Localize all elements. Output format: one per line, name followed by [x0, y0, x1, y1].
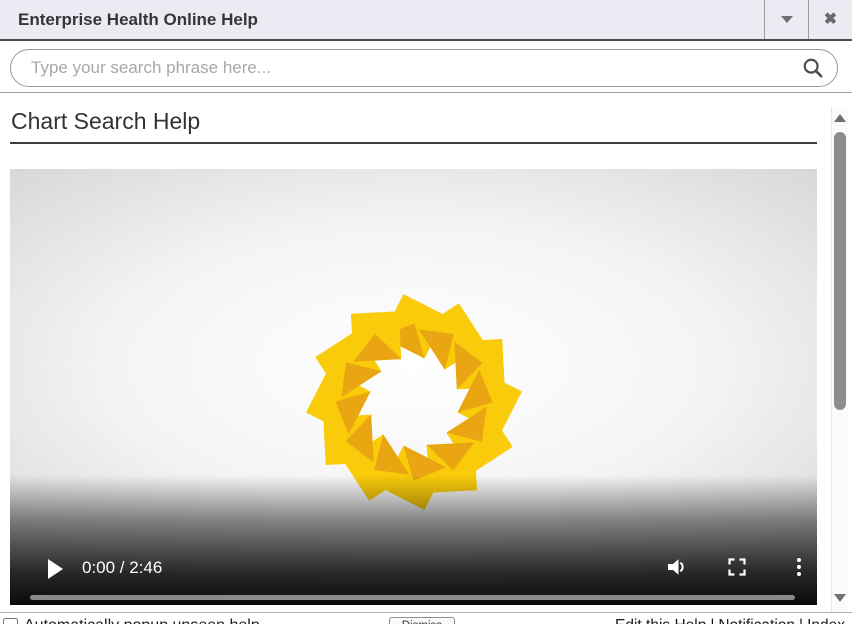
auto-popup-option[interactable]: Automatically popup unseen help	[3, 617, 389, 624]
scrollbar-thumb[interactable]	[834, 132, 846, 410]
collapse-button[interactable]	[764, 0, 808, 39]
link-separator: |	[706, 617, 718, 624]
link-separator: |	[795, 617, 807, 624]
notification-link[interactable]: Notification	[718, 617, 795, 624]
search-pill	[10, 49, 838, 87]
dialog-title: Enterprise Health Online Help	[0, 0, 764, 39]
chevron-down-icon	[781, 16, 793, 23]
more-options-icon[interactable]	[787, 555, 811, 579]
dialog-titlebar: Enterprise Health Online Help ✖	[0, 0, 852, 41]
video-controls: 0:00 / 2:46	[10, 545, 817, 605]
edit-help-link[interactable]: Edit this Help	[615, 617, 706, 624]
close-icon: ✖	[824, 12, 837, 28]
search-icon[interactable]	[802, 57, 824, 79]
search-input[interactable]	[10, 49, 838, 87]
dialog-footer: Automatically popup unseen help Dismiss …	[0, 612, 852, 624]
heading-divider	[10, 142, 817, 144]
help-content-area: Chart Search Help 0:00 / 2:46	[0, 107, 852, 612]
dismiss-button[interactable]: Dismiss	[389, 617, 455, 624]
auto-popup-label: Automatically popup unseen help	[24, 617, 260, 624]
search-bar-section	[0, 41, 852, 93]
auto-popup-checkbox[interactable]	[3, 618, 18, 624]
help-video-player[interactable]: 0:00 / 2:46	[10, 169, 817, 605]
volume-icon[interactable]	[664, 555, 688, 579]
scroll-down-icon[interactable]	[834, 594, 846, 602]
vertical-scrollbar[interactable]	[831, 107, 848, 612]
video-progress-bar[interactable]	[30, 595, 795, 600]
footer-links: Edit this Help|Notification|Index	[615, 617, 845, 624]
index-link[interactable]: Index	[807, 617, 845, 624]
close-button[interactable]: ✖	[808, 0, 852, 39]
page-title: Chart Search Help	[11, 107, 812, 135]
fullscreen-icon[interactable]	[725, 555, 749, 579]
video-time-display: 0:00 / 2:46	[82, 558, 162, 578]
play-button[interactable]	[48, 559, 63, 579]
scroll-up-icon[interactable]	[834, 114, 846, 122]
